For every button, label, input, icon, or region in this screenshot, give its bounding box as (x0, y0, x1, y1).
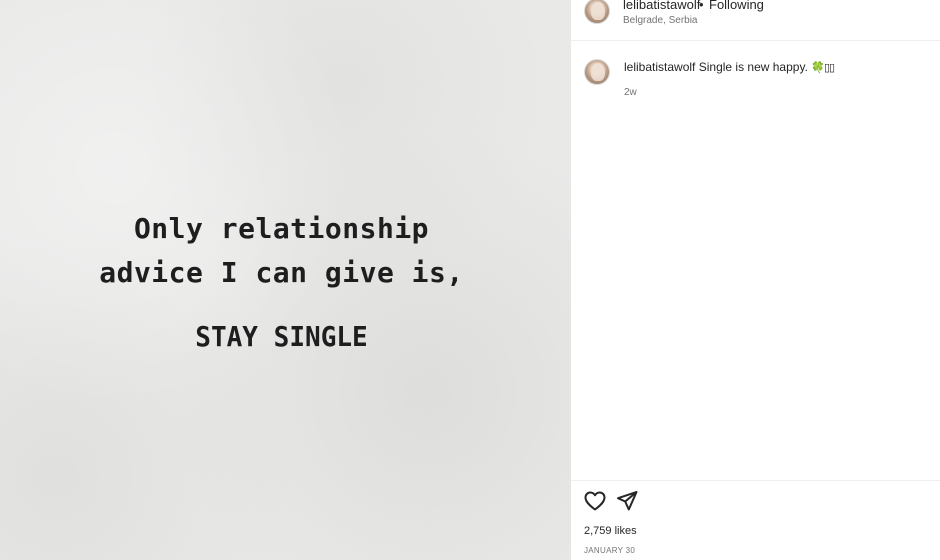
following-button[interactable]: Following (709, 0, 764, 12)
post-image[interactable]: Only relationship advice I can give is, … (0, 0, 571, 560)
caption-row: lelibatistawolf Single is new happy. 🍀▯▯… (571, 58, 940, 108)
quote-line-1: Only relationship (133, 212, 430, 245)
likes-count[interactable]: 2,759 likes (584, 525, 637, 537)
caption-body: Single is new happy. (698, 60, 808, 74)
heart-icon[interactable] (583, 489, 607, 513)
avatar[interactable] (584, 59, 610, 85)
separator-dot: • (699, 0, 704, 12)
likes-label: likes (614, 525, 637, 537)
caption-username[interactable]: lelibatistawolf (624, 60, 695, 74)
caption-emoji: 🍀▯▯ (811, 62, 835, 74)
post-header: lelibatistawolf • Following Belgrade, Se… (571, 0, 940, 41)
quote-line-3: STAY SINGLE (195, 320, 368, 353)
location-link[interactable]: Belgrade, Serbia (623, 15, 698, 26)
action-bar: 2,759 likes JANUARY 30 (571, 480, 940, 560)
paper-plane-icon[interactable] (615, 489, 639, 513)
caption-text: lelibatistawolf Single is new happy. 🍀▯▯ (624, 60, 835, 74)
avatar[interactable] (584, 0, 610, 24)
quote-line-2: advice I can give is, (99, 256, 464, 289)
caption-timestamp[interactable]: 2w (624, 87, 637, 98)
header-username[interactable]: lelibatistawolf (623, 0, 700, 12)
post-details-panel: lelibatistawolf • Following Belgrade, Se… (571, 0, 940, 560)
likes-number: 2,759 (584, 525, 612, 537)
post-date: JANUARY 30 (584, 546, 636, 555)
